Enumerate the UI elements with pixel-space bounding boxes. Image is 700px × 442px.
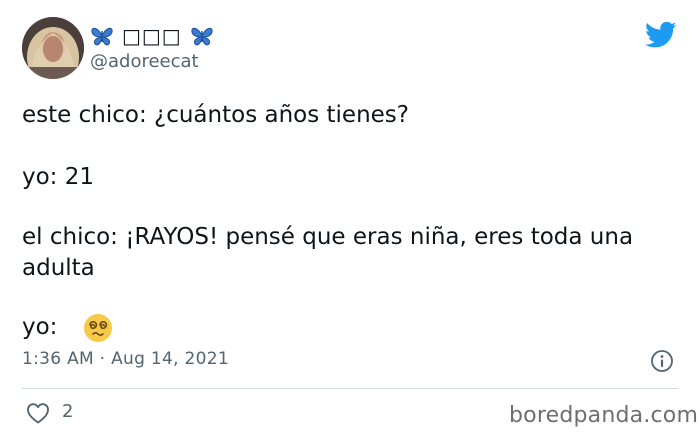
avatar-image <box>22 17 84 79</box>
tweet-line: yo: 21 <box>22 164 95 190</box>
butterfly-icon <box>90 25 114 47</box>
avatar[interactable] <box>22 17 84 79</box>
dizzy-face-emoji <box>83 313 113 343</box>
butterfly-icon <box>190 25 214 47</box>
info-icon[interactable] <box>650 349 674 373</box>
watermark: boredpanda.com <box>509 403 699 428</box>
tweet-line: yo: <box>22 314 58 340</box>
tweet-line-with-emoji: yo: <box>22 312 113 343</box>
tweet-line: este chico: ¿cuántos años tienes? <box>22 102 410 128</box>
tweet-line: el chico: ¡RAYOS! pensé que eras niña, e… <box>22 224 634 281</box>
tweet-timestamp[interactable]: 1:36 AM · Aug 14, 2021 <box>22 349 229 369</box>
twitter-bird-icon[interactable] <box>645 21 677 49</box>
display-name: □□□ <box>122 24 182 48</box>
author-handle[interactable]: @adoreecat <box>90 51 199 72</box>
author-name-row[interactable]: □□□ <box>90 22 214 50</box>
heart-icon[interactable] <box>26 402 50 424</box>
like-count: 2 <box>62 401 74 422</box>
divider <box>22 388 678 389</box>
tweet-card: □□□ @adoreecat este chico: ¿cuántos años… <box>0 0 700 442</box>
